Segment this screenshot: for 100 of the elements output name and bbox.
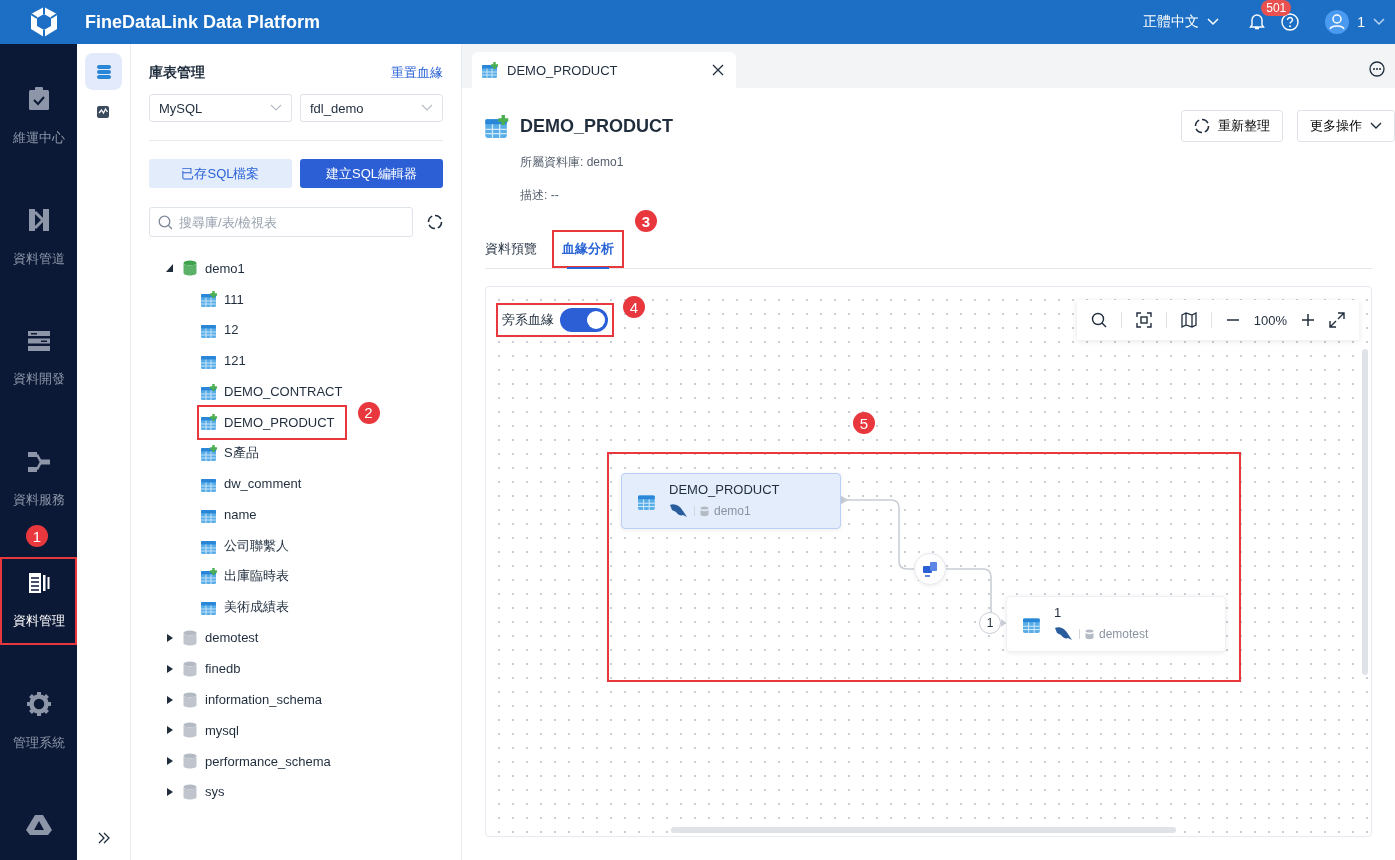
database-icon [1085, 628, 1094, 640]
table-item[interactable]: S產品 [201, 437, 269, 469]
nav-item[interactable]: 管理系統 [0, 678, 77, 766]
app-title: FineDataLink Data Platform [85, 11, 322, 33]
database-item[interactable]: finedb [165, 653, 443, 685]
description-info: 描述: -- [520, 187, 560, 204]
language-selector[interactable]: 正體中文 [1143, 13, 1220, 31]
database-item[interactable]: demotest [165, 622, 443, 654]
settings-icon [26, 692, 51, 716]
bell-icon[interactable] [1249, 11, 1266, 30]
fit-view-icon[interactable] [1135, 312, 1152, 328]
map-icon[interactable] [1180, 312, 1197, 328]
refresh-icon[interactable] [427, 214, 443, 230]
panel-title: 庫表管理 [149, 64, 205, 82]
more-options-icon[interactable] [1369, 61, 1385, 77]
database-icon [183, 691, 197, 708]
table-item[interactable]: 公司聯繫人 [201, 530, 299, 561]
table-item[interactable]: 111 [201, 283, 254, 315]
database-item[interactable]: demo1 [165, 253, 443, 284]
monitor-chart-icon [96, 103, 111, 118]
nav-item[interactable]: 維運中心 [0, 73, 77, 161]
caret-right-icon [166, 632, 174, 643]
document-tab[interactable]: DEMO_PRODUCT [472, 52, 736, 88]
table-item[interactable]: name [201, 499, 267, 531]
close-icon[interactable] [712, 64, 724, 76]
help-icon[interactable] [1281, 13, 1300, 31]
rail-tab[interactable] [85, 53, 122, 90]
caret-right-icon [166, 725, 174, 736]
callout-marker: 2 [357, 402, 380, 424]
database-stack-icon [96, 64, 111, 79]
table-item[interactable]: 美術成績表 [201, 591, 299, 623]
more-actions-button[interactable]: 更多操作 [1297, 110, 1395, 142]
caret-right-icon [166, 756, 174, 767]
triangle-logo-icon[interactable] [25, 814, 52, 836]
stacked-bars-icon [26, 330, 51, 352]
refresh-button[interactable]: 重新整理 [1181, 110, 1283, 142]
zoom-level: 100% [1253, 312, 1287, 328]
refresh-icon [1194, 118, 1210, 134]
database-icon [183, 260, 197, 277]
linked-table-icon [201, 414, 218, 431]
table-icon [201, 322, 218, 338]
nav-item[interactable]: 資料管道 [0, 194, 77, 282]
database-icon [700, 505, 709, 517]
caret-right-icon [166, 663, 174, 674]
nav-item[interactable]: 資料服務 [0, 436, 77, 524]
table-item[interactable]: 121 [201, 345, 256, 377]
nav-item[interactable]: 資料開發 [0, 315, 77, 403]
dolphin-icon [669, 502, 689, 520]
edge-label: 1 [979, 612, 1001, 634]
table-item[interactable]: dw_comment [201, 468, 312, 500]
fullscreen-icon[interactable] [1329, 312, 1345, 328]
saved-files-button[interactable]: 已存SQL檔案 [149, 159, 292, 188]
table-item[interactable]: DEMO_CONTRACT [201, 376, 353, 407]
search-field[interactable]: 搜尋庫/表/檢視表 [149, 207, 413, 237]
callout-marker: 1 [26, 525, 48, 547]
dolphin-icon [1054, 625, 1074, 643]
database-info: 所屬資料庫: demo1 [520, 154, 625, 171]
table-item[interactable]: 12 [201, 314, 249, 346]
database-icon [183, 783, 197, 800]
chevron-down-icon [1373, 18, 1385, 26]
reset-link[interactable]: 重置血緣 [391, 64, 443, 82]
database-select[interactable]: fdl_demo [300, 94, 443, 122]
toggle-label: 旁系血緣 [502, 311, 554, 329]
source-select[interactable]: MySQL [149, 94, 292, 122]
pipeline-icon [27, 208, 50, 232]
transform-node[interactable] [914, 553, 946, 585]
caret-right-icon [166, 786, 174, 797]
chevron-down-icon [1207, 18, 1220, 26]
lineage-node[interactable]: DEMO_PRODUCT demo1 [621, 473, 841, 529]
search-icon[interactable] [1090, 312, 1107, 328]
sync-icon [922, 561, 938, 577]
linked-table-icon [485, 114, 510, 138]
caret-right-icon [166, 694, 174, 705]
nodes-icon [26, 451, 51, 473]
nav-item[interactable]: 資料管理 [0, 557, 77, 645]
scrollbar[interactable] [671, 827, 1176, 833]
callout-marker: 3 [635, 210, 657, 232]
view-tab[interactable]: 資料預覽 [485, 230, 543, 268]
user-menu[interactable]: 1 [1325, 10, 1385, 34]
callout-marker: 5 [853, 412, 875, 434]
zoom-in-icon[interactable] [1301, 313, 1315, 327]
notification-badge: 501 [1261, 0, 1292, 16]
database-item[interactable]: performance_schema [165, 745, 443, 777]
avatar-icon [1325, 10, 1350, 34]
database-icon [183, 722, 197, 739]
table-icon [201, 599, 218, 616]
expand-icon[interactable] [97, 832, 110, 844]
database-item[interactable]: sys [165, 776, 443, 808]
table-item[interactable]: 出庫臨時表 [201, 560, 299, 592]
table-icon [638, 492, 657, 510]
database-item[interactable]: information_schema [165, 684, 443, 715]
linked-table-icon [201, 445, 218, 462]
database-icon [183, 660, 197, 677]
scrollbar[interactable] [1362, 349, 1368, 675]
toggle-switch[interactable] [560, 308, 608, 332]
database-item[interactable]: mysql [165, 714, 443, 746]
lineage-node[interactable]: 1 demotest [1006, 596, 1226, 652]
linked-table-icon [201, 291, 218, 308]
create-editor-button[interactable]: 建立SQL編輯器 [300, 159, 443, 188]
chevron-down-icon [270, 104, 282, 112]
